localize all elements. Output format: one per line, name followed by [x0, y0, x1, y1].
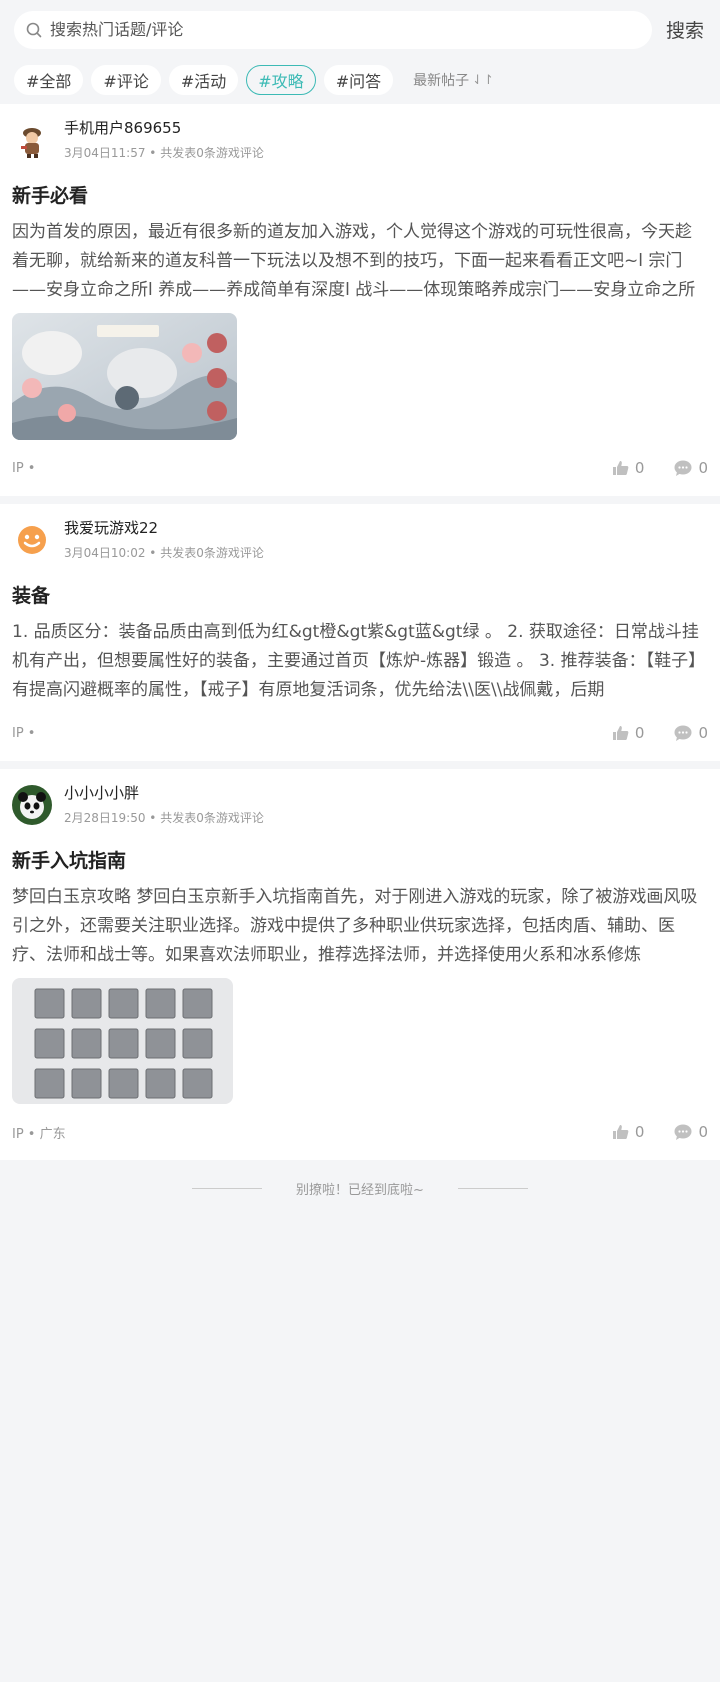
- post-title[interactable]: 装备: [12, 581, 708, 608]
- post-footer: IP • 0 0: [12, 440, 708, 496]
- comment-button[interactable]: 0: [674, 1123, 708, 1141]
- sort-label: 最新帖子: [413, 73, 470, 89]
- tag-filter-row: #全部 #评论 #活动 #攻略 #问答 最新帖子 ⇃↾: [14, 65, 706, 95]
- sort-dropdown[interactable]: 最新帖子 ⇃↾: [413, 70, 494, 90]
- comment-count: 0: [698, 724, 708, 742]
- ip-location: IP •: [12, 460, 36, 476]
- search-box[interactable]: [14, 10, 652, 49]
- post-title[interactable]: 新手必看: [12, 181, 708, 208]
- post-footer: IP • 0 0: [12, 705, 708, 761]
- like-count: 0: [634, 724, 645, 742]
- like-button[interactable]: 0: [612, 1123, 645, 1141]
- ip-location: IP •: [12, 725, 36, 741]
- tag-events[interactable]: #活动: [168, 65, 239, 95]
- post-title[interactable]: 新手入坑指南: [12, 846, 708, 873]
- tag-all[interactable]: #全部: [14, 65, 84, 95]
- header: 搜索 #全部 #评论 #活动 #攻略 #问答 最新帖子 ⇃↾: [0, 0, 720, 104]
- post-header: 小小小小胖 2月28日19:50 • 共发表0条游戏评论: [12, 783, 708, 826]
- game-map-image[interactable]: [12, 313, 237, 440]
- search-input[interactable]: [50, 20, 640, 39]
- comment-button[interactable]: 0: [674, 459, 708, 477]
- post-meta: 3月04日11:57 • 共发表0条游戏评论: [64, 146, 264, 160]
- post-card[interactable]: 我爱玩游戏22 3月04日10:02 • 共发表0条游戏评论 装备 1. 品质区…: [0, 504, 720, 761]
- ip-location: IP • 广东: [12, 1126, 66, 1142]
- end-of-list-note: 别撩啦！已经到底啦~: [0, 1168, 720, 1208]
- tag-guides[interactable]: #攻略: [246, 65, 316, 95]
- post-card[interactable]: 小小小小胖 2月28日19:50 • 共发表0条游戏评论 新手入坑指南 梦回白玉…: [0, 769, 720, 1160]
- post-body[interactable]: 梦回白玉京攻略 梦回白玉京新手入坑指南首先，对于刚进入游戏的玩家，除了被游戏画风…: [12, 883, 708, 970]
- thumbs-up-icon: [612, 1125, 629, 1139]
- panda-avatar-icon[interactable]: [12, 785, 52, 825]
- post-meta: 2月28日19:50 • 共发表0条游戏评论: [64, 811, 264, 825]
- post-body[interactable]: 1. 品质区分：装备品质由高到低为红&gt橙&gt紫&gt蓝&gt绿 。 2. …: [12, 618, 708, 705]
- post-header: 我爱玩游戏22 3月04日10:02 • 共发表0条游戏评论: [12, 518, 708, 561]
- like-count: 0: [634, 459, 645, 477]
- tag-comments[interactable]: #评论: [91, 65, 161, 95]
- sort-arrows-icon: ⇃↾: [472, 72, 494, 88]
- inventory-grid-image[interactable]: [12, 978, 233, 1104]
- divider: [192, 1187, 263, 1189]
- user-name[interactable]: 手机用户869655: [64, 118, 264, 138]
- comment-bubble-icon: [674, 460, 692, 476]
- comment-count: 0: [698, 1123, 708, 1141]
- comment-count: 0: [698, 459, 708, 477]
- post-body[interactable]: 因为首发的原因，最近有很多新的道友加入游戏，个人觉得这个游戏的可玩性很高，今天趁…: [12, 218, 708, 305]
- post-meta: 3月04日10:02 • 共发表0条游戏评论: [64, 546, 264, 560]
- search-button[interactable]: 搜索: [664, 16, 706, 43]
- smiley-avatar-icon[interactable]: [12, 520, 52, 560]
- tag-qa[interactable]: #问答: [323, 65, 394, 95]
- user-name[interactable]: 小小小小胖: [64, 783, 264, 803]
- thumbs-up-icon: [612, 726, 629, 740]
- post-footer: IP • 广东 0 0: [12, 1104, 708, 1160]
- post-card[interactable]: 手机用户869655 3月04日11:57 • 共发表0条游戏评论 新手必看 因…: [0, 104, 720, 496]
- comment-button[interactable]: 0: [674, 724, 708, 742]
- thumbs-up-icon: [612, 461, 629, 475]
- like-count: 0: [634, 1123, 645, 1141]
- end-of-list-text: 别撩啦！已经到底啦~: [296, 1182, 424, 1198]
- like-button[interactable]: 0: [612, 459, 645, 477]
- comment-bubble-icon: [674, 1124, 692, 1140]
- search-row: 搜索: [14, 10, 706, 49]
- like-button[interactable]: 0: [612, 724, 645, 742]
- post-header: 手机用户869655 3月04日11:57 • 共发表0条游戏评论: [12, 118, 708, 161]
- character-avatar-icon[interactable]: [12, 120, 52, 160]
- divider: [457, 1187, 528, 1189]
- comment-bubble-icon: [674, 725, 692, 741]
- search-icon: [26, 21, 44, 39]
- user-name[interactable]: 我爱玩游戏22: [64, 518, 264, 538]
